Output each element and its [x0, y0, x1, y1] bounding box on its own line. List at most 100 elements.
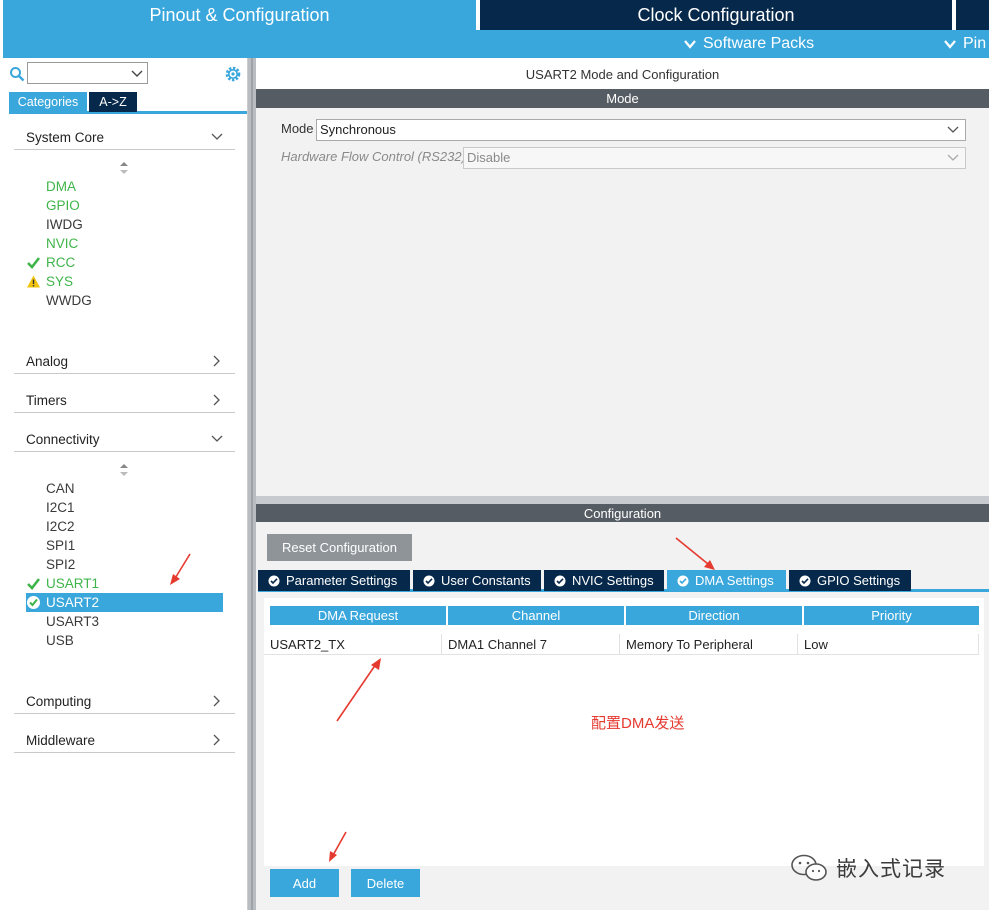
wechat-icon	[791, 854, 827, 881]
tab-label: GPIO Settings	[817, 573, 901, 588]
column-header-priority[interactable]: Priority	[804, 606, 979, 625]
check-circle-icon	[799, 575, 811, 586]
flow-control-select: Disable	[463, 147, 966, 169]
sidebar-item-label: SPI1	[46, 538, 76, 553]
section-label: System Core	[26, 130, 105, 145]
mode-label: Mode	[281, 121, 314, 136]
annotation-arrow	[329, 831, 347, 862]
horizontal-splitter[interactable]	[256, 496, 989, 504]
software-packs-label: Software Packs	[703, 35, 815, 52]
flow-control-label: Hardware Flow Control (RS232)	[281, 149, 466, 164]
check-circle-icon	[268, 575, 280, 586]
check-circle-icon	[27, 596, 40, 609]
section-label: Middleware	[26, 733, 96, 748]
pinout-menu[interactable]: Pin	[943, 30, 986, 58]
sidebar-item-dma[interactable]: DMA	[26, 177, 223, 196]
sidebar-item-label: WWDG	[46, 293, 92, 308]
tab-pinout-configuration[interactable]: Pinout & Configuration	[3, 0, 476, 30]
sidebar-item-label: CAN	[46, 481, 75, 496]
chevron-right-icon	[213, 394, 220, 406]
sidebar-item-usart2[interactable]: USART2	[26, 593, 223, 612]
sidebar-item-usb[interactable]: USB	[26, 631, 223, 650]
main-tab-bar: Pinout & Configuration Clock Configurati…	[0, 0, 989, 30]
delete-button[interactable]: Delete	[351, 869, 420, 897]
section-connectivity[interactable]: Connectivity	[14, 428, 235, 452]
checkmark-icon	[27, 257, 41, 269]
section-computing[interactable]: Computing	[14, 690, 235, 714]
sort-icon[interactable]	[119, 161, 129, 175]
configuration-bar: Configuration	[256, 504, 989, 523]
check-circle-icon	[423, 575, 435, 586]
column-header-dma-request[interactable]: DMA Request	[270, 606, 446, 625]
section-analog[interactable]: Analog	[14, 350, 235, 374]
tab-user-constants[interactable]: User Constants	[413, 570, 541, 591]
column-header-direction[interactable]: Direction	[626, 606, 802, 625]
tab-label: Parameter Settings	[286, 573, 398, 588]
sidebar-item-label: DMA	[46, 179, 76, 194]
sidebar-item-label: USB	[46, 633, 74, 648]
sidebar-item-label: USART1	[46, 576, 100, 591]
sidebar-item-gpio[interactable]: GPIO	[26, 196, 223, 215]
sidebar-item-i2c2[interactable]: I2C2	[26, 517, 223, 536]
sidebar-item-can[interactable]: CAN	[26, 479, 223, 498]
tab-overflow[interactable]	[956, 0, 989, 30]
tab-parameter-settings[interactable]: Parameter Settings	[258, 570, 410, 591]
table-cell[interactable]: USART2_TX	[264, 634, 442, 655]
table-cell[interactable]: DMA1 Channel 7	[442, 634, 620, 655]
watermark-text: 嵌入式记录	[836, 858, 946, 881]
checkmark-icon	[27, 578, 41, 590]
chevron-down-icon	[944, 40, 956, 49]
section-timers[interactable]: Timers	[14, 389, 235, 413]
chevron-down-icon	[211, 435, 223, 442]
sidebar-item-label: I2C2	[46, 519, 75, 534]
tab-clock-configuration[interactable]: Clock Configuration	[480, 0, 952, 30]
check-circle-icon	[677, 575, 689, 586]
section-system-core[interactable]: System Core	[14, 126, 235, 150]
chevron-down-icon	[684, 40, 696, 49]
gear-icon[interactable]	[223, 64, 243, 84]
mode-select[interactable]: Synchronous	[316, 119, 966, 141]
chevron-down-icon[interactable]	[130, 66, 144, 80]
search-icon[interactable]	[9, 66, 25, 82]
sidebar-item-iwdg[interactable]: IWDG	[26, 215, 223, 234]
sidebar-item-wwdg[interactable]: WWDG	[26, 291, 223, 310]
sidebar-item-sys[interactable]: SYS	[26, 272, 223, 291]
sidebar-item-rcc[interactable]: RCC	[26, 253, 223, 272]
tab-dma-settings[interactable]: DMA Settings	[667, 570, 786, 591]
sidebar-item-usart3[interactable]: USART3	[26, 612, 223, 631]
section-middleware[interactable]: Middleware	[14, 729, 235, 753]
chevron-right-icon	[213, 695, 220, 707]
software-packs-menu[interactable]: Software Packs	[683, 30, 814, 58]
sidebar-item-label: GPIO	[46, 198, 80, 213]
check-circle-icon	[554, 575, 566, 586]
sort-icon[interactable]	[119, 463, 129, 477]
tab-gpio-settings[interactable]: GPIO Settings	[789, 570, 911, 591]
sidebar-item-label: USART3	[46, 614, 100, 629]
configuration-tabs: Parameter Settings User Constants NVIC S…	[258, 570, 989, 592]
sidebar-item-label: NVIC	[46, 236, 79, 251]
sidebar-item-label: IWDG	[46, 217, 83, 232]
chevron-down-icon	[947, 154, 959, 161]
sidebar-item-label: I2C1	[46, 500, 75, 515]
annotation-arrow	[336, 658, 381, 722]
add-button[interactable]: Add	[270, 869, 339, 897]
table-cell[interactable]: Memory To Peripheral	[620, 634, 798, 655]
sidebar-item-label: RCC	[46, 255, 76, 270]
page-title: USART2 Mode and Configuration	[525, 66, 720, 82]
tab-a-z[interactable]: A->Z	[89, 92, 137, 112]
annotation-arrow	[675, 537, 715, 570]
tab-categories[interactable]: Categories	[9, 92, 87, 112]
watermark: 嵌入式记录	[790, 852, 946, 884]
mode-bar: Mode	[256, 89, 989, 108]
reset-configuration-button[interactable]: Reset Configuration	[267, 534, 412, 561]
tab-nvic-settings[interactable]: NVIC Settings	[544, 570, 664, 591]
chevron-down-icon	[211, 133, 223, 140]
sidebar-item-i2c1[interactable]: I2C1	[26, 498, 223, 517]
column-header-channel[interactable]: Channel	[448, 606, 624, 625]
sidebar-item-nvic[interactable]: NVIC	[26, 234, 223, 253]
section-label: Analog	[26, 354, 69, 369]
sub-toolbar: Software Packs Pin	[3, 30, 989, 58]
table-cell[interactable]: Low	[798, 634, 979, 655]
section-label: Computing	[26, 694, 92, 709]
flow-control-value: Disable	[467, 150, 511, 165]
